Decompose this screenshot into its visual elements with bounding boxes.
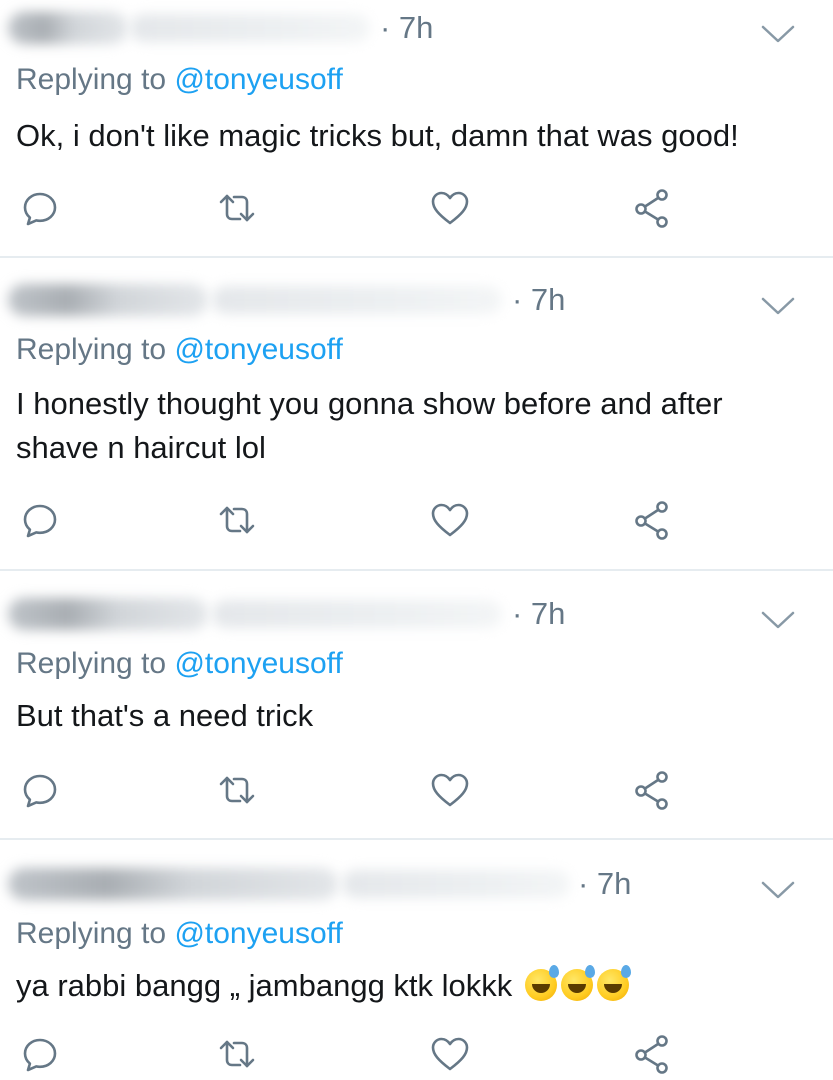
- chevron-down-icon[interactable]: [759, 878, 797, 902]
- share-button[interactable]: [630, 1032, 674, 1076]
- sweat-smile-emoji: [560, 965, 595, 1001]
- divider: [0, 256, 833, 258]
- share-button[interactable]: [630, 186, 674, 230]
- chevron-down-icon[interactable]: [759, 294, 797, 318]
- tweet-header: · 7h: [0, 272, 833, 322]
- replying-to-handle[interactable]: @tonyeusoff: [174, 917, 342, 950]
- tweet-timestamp[interactable]: · 7h: [512, 282, 565, 318]
- reply-icon: [23, 774, 57, 808]
- divider: [0, 569, 833, 571]
- replying-to-prefix: Replying to: [16, 63, 175, 96]
- tweet-timestamp[interactable]: · 7h: [512, 596, 565, 632]
- tweet-actions: [0, 1032, 833, 1076]
- reply-button[interactable]: [18, 498, 62, 542]
- retweet-button[interactable]: [215, 498, 259, 542]
- reply-tweet[interactable]: · 7h Replying to @tonyeusoff ya rabbi ba…: [0, 856, 833, 1080]
- retweet-icon: [219, 506, 255, 534]
- retweet-icon: [219, 194, 255, 222]
- retweet-icon: [219, 776, 255, 804]
- like-button[interactable]: [428, 768, 472, 812]
- tweet-text: ya rabbi bangg „ jambangg ktk lokkk: [16, 968, 513, 1003]
- reply-button[interactable]: [18, 768, 62, 812]
- tweet-timestamp[interactable]: · 7h: [578, 866, 631, 902]
- sweat-smile-emoji: [524, 965, 559, 1001]
- blurred-username: [212, 600, 502, 628]
- reply-icon: [23, 504, 57, 538]
- blurred-display-name[interactable]: [8, 598, 208, 630]
- reply-button[interactable]: [18, 1032, 62, 1076]
- blurred-display-name[interactable]: [8, 868, 338, 900]
- tweet-header: · 7h: [0, 0, 833, 50]
- retweet-button[interactable]: [215, 1032, 259, 1076]
- tweet-header: · 7h: [0, 856, 833, 906]
- replying-to-handle[interactable]: @tonyeusoff: [174, 647, 342, 680]
- tweet-text-container: ya rabbi bangg „ jambangg ktk lokkk: [16, 964, 806, 1008]
- heart-icon: [431, 773, 469, 807]
- replying-to-prefix: Replying to: [16, 333, 175, 366]
- tweet-header: · 7h: [0, 586, 833, 636]
- like-button[interactable]: [428, 186, 472, 230]
- replying-to-handle[interactable]: @tonyeusoff: [174, 333, 342, 366]
- heart-icon: [431, 503, 469, 537]
- share-button[interactable]: [630, 768, 674, 812]
- reply-icon: [23, 1038, 57, 1072]
- share-icon: [635, 1035, 668, 1074]
- reply-icon: [23, 192, 57, 226]
- heart-icon: [431, 1037, 469, 1071]
- blurred-display-name[interactable]: [8, 12, 128, 44]
- divider: [0, 838, 833, 840]
- tweet-actions: [0, 768, 833, 812]
- reply-button[interactable]: [18, 186, 62, 230]
- replying-to-prefix: Replying to: [16, 647, 175, 680]
- reply-tweet[interactable]: · 7h Replying to @tonyeusoff I honestly …: [0, 272, 833, 568]
- replying-to: Replying to @tonyeusoff: [16, 916, 343, 952]
- tweet-text: Ok, i don't like magic tricks but, damn …: [16, 118, 739, 153]
- retweet-button[interactable]: [215, 768, 259, 812]
- retweet-icon: [219, 1040, 255, 1068]
- reply-tweet[interactable]: · 7h Replying to @tonyeusoff Ok, i don't…: [0, 0, 833, 256]
- replying-to: Replying to @tonyeusoff: [16, 332, 343, 368]
- chevron-down-icon[interactable]: [759, 22, 797, 46]
- share-button[interactable]: [630, 498, 674, 542]
- blurred-username: [342, 870, 570, 898]
- sweat-smile-emoji: [596, 965, 631, 1001]
- tweet-timestamp[interactable]: · 7h: [380, 10, 433, 46]
- share-icon: [635, 189, 668, 228]
- like-button[interactable]: [428, 1032, 472, 1076]
- replying-to: Replying to @tonyeusoff: [16, 646, 343, 682]
- share-icon: [635, 771, 668, 810]
- tweet-actions: [0, 498, 833, 542]
- tweet-text: But that's a need trick: [16, 698, 314, 733]
- blurred-username: [130, 14, 370, 42]
- reply-feed: · 7h Replying to @tonyeusoff Ok, i don't…: [0, 0, 833, 1080]
- share-icon: [635, 501, 668, 540]
- replying-to-handle[interactable]: @tonyeusoff: [174, 63, 342, 96]
- blurred-username: [212, 286, 502, 314]
- like-button[interactable]: [428, 498, 472, 542]
- blurred-display-name[interactable]: [8, 284, 208, 316]
- reply-tweet[interactable]: · 7h Replying to @tonyeusoff But that's …: [0, 586, 833, 838]
- replying-to-prefix: Replying to: [16, 917, 175, 950]
- retweet-button[interactable]: [215, 186, 259, 230]
- tweet-actions: [0, 186, 833, 230]
- heart-icon: [431, 191, 469, 225]
- replying-to: Replying to @tonyeusoff: [16, 62, 343, 98]
- tweet-text: I honestly thought you gonna show before…: [16, 386, 723, 465]
- chevron-down-icon[interactable]: [759, 608, 797, 632]
